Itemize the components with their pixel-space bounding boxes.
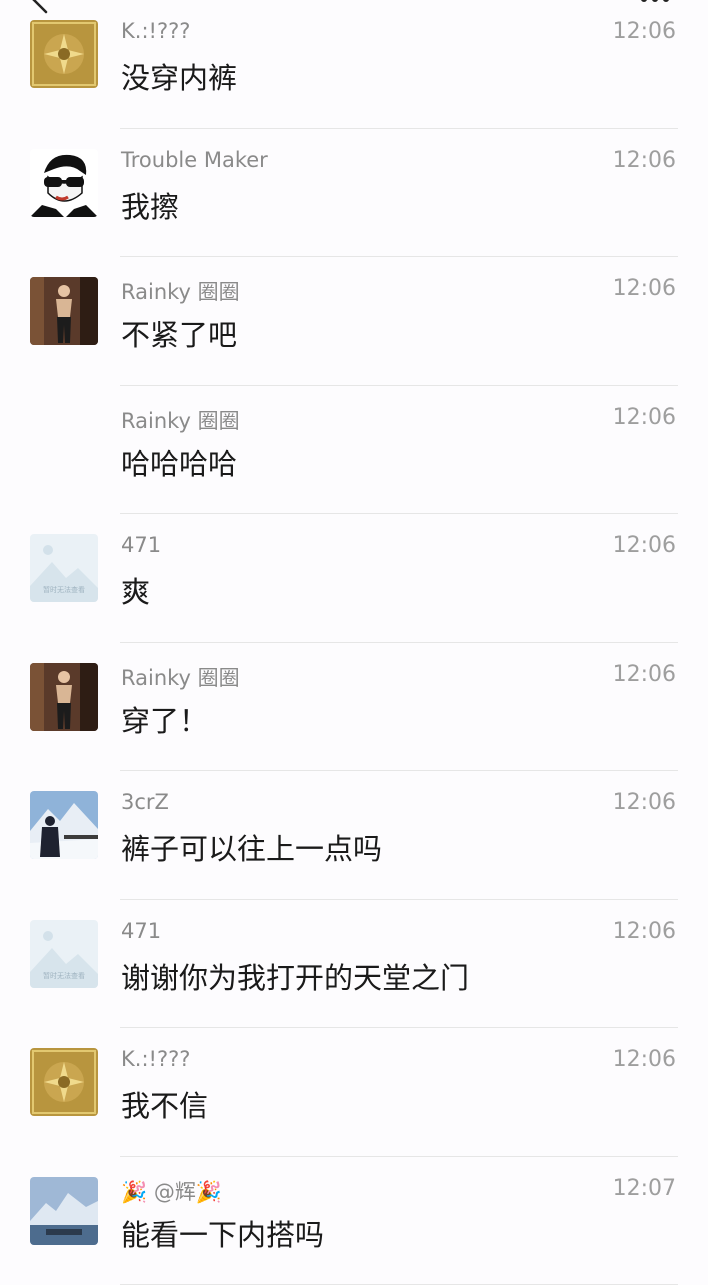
- sender-name: 471: [121, 533, 161, 557]
- message-time: 12:06: [613, 790, 676, 815]
- message-text: 穿了！: [121, 698, 208, 740]
- mirror-selfie-icon: [30, 663, 98, 731]
- sender-name: K.:!???: [121, 1047, 190, 1071]
- chat-message-row[interactable]: 暂时无法查看 471 12:06 谢谢你为我打开的天堂之门: [0, 900, 708, 1029]
- message-time: 12:06: [613, 405, 676, 430]
- chat-message-row[interactable]: 🎉 @辉🎉 12:07 能看一下内搭吗: [0, 1157, 708, 1285]
- message-text: 我擦: [121, 184, 179, 226]
- sender-name: 471: [121, 919, 161, 943]
- gold-album-art-icon: [30, 20, 98, 88]
- message-time: 12:06: [613, 662, 676, 687]
- image-placeholder-icon: 暂时无法查看: [30, 920, 98, 988]
- image-placeholder-icon: 暂时无法查看: [30, 534, 98, 602]
- message-text: 不紧了吧: [121, 312, 237, 354]
- message-text: 哈哈哈哈: [121, 441, 237, 483]
- message-time: 12:06: [613, 276, 676, 301]
- message-time: 12:06: [613, 533, 676, 558]
- message-time: 12:06: [613, 148, 676, 173]
- message-text: 没穿内裤: [121, 55, 237, 97]
- chat-message-row[interactable]: 3crZ 12:06 裤子可以往上一点吗: [0, 771, 708, 900]
- message-text: 能看一下内搭吗: [121, 1212, 324, 1254]
- message-time: 12:07: [613, 1176, 676, 1201]
- sender-name: Rainky 圈圈: [121, 662, 240, 692]
- placeholder-caption: 暂时无法查看: [43, 971, 85, 980]
- avatar[interactable]: [30, 20, 98, 88]
- avatar[interactable]: [30, 1177, 98, 1245]
- chat-message-row[interactable]: 暂时无法查看 471 12:06 爽: [0, 514, 708, 643]
- message-time: 12:06: [613, 919, 676, 944]
- gold-album-art-icon: [30, 1048, 98, 1116]
- chat-message-row[interactable]: Rainky 圈圈 12:06 穿了！: [0, 643, 708, 772]
- mirror-selfie-icon: [30, 277, 98, 345]
- avatar[interactable]: [30, 663, 98, 731]
- message-time: 12:06: [613, 1047, 676, 1072]
- chat-message-row[interactable]: Rainky 圈圈 12:06 不紧了吧: [0, 257, 708, 386]
- mountain-lake-icon: [30, 1177, 98, 1245]
- placeholder-caption: 暂时无法查看: [43, 585, 85, 594]
- message-time: 12:06: [613, 19, 676, 44]
- avatar[interactable]: 暂时无法查看: [30, 534, 98, 602]
- message-text: 我不信: [121, 1083, 208, 1125]
- chat-message-list: K.:!??? 12:06 没穿内裤 Trouble Maker 12:06 我…: [0, 0, 708, 1285]
- avatar[interactable]: [30, 277, 98, 345]
- snow-mountain-icon: [30, 791, 98, 859]
- chat-message-row[interactable]: Rainky 圈圈 12:06 哈哈哈哈: [0, 386, 708, 515]
- sender-name: Trouble Maker: [121, 148, 268, 172]
- avatar[interactable]: [30, 1048, 98, 1116]
- message-text: 爽: [121, 569, 150, 611]
- sender-name: Rainky 圈圈: [121, 405, 240, 435]
- sender-name: K.:!???: [121, 19, 190, 43]
- sender-name: 🎉 @辉🎉: [121, 1176, 222, 1206]
- sunglasses-sketch-icon: [30, 149, 98, 217]
- sender-name: 3crZ: [121, 790, 169, 814]
- message-text: 裤子可以往上一点吗: [121, 826, 382, 868]
- avatar[interactable]: 暂时无法查看: [30, 920, 98, 988]
- message-text: 谢谢你为我打开的天堂之门: [121, 955, 469, 997]
- avatar[interactable]: [30, 791, 98, 859]
- chat-message-row[interactable]: K.:!??? 12:06 我不信: [0, 1028, 708, 1157]
- avatar[interactable]: [30, 149, 98, 217]
- sender-name: Rainky 圈圈: [121, 276, 240, 306]
- chat-message-row[interactable]: Trouble Maker 12:06 我擦: [0, 129, 708, 258]
- chat-message-row[interactable]: K.:!??? 12:06 没穿内裤: [0, 0, 708, 129]
